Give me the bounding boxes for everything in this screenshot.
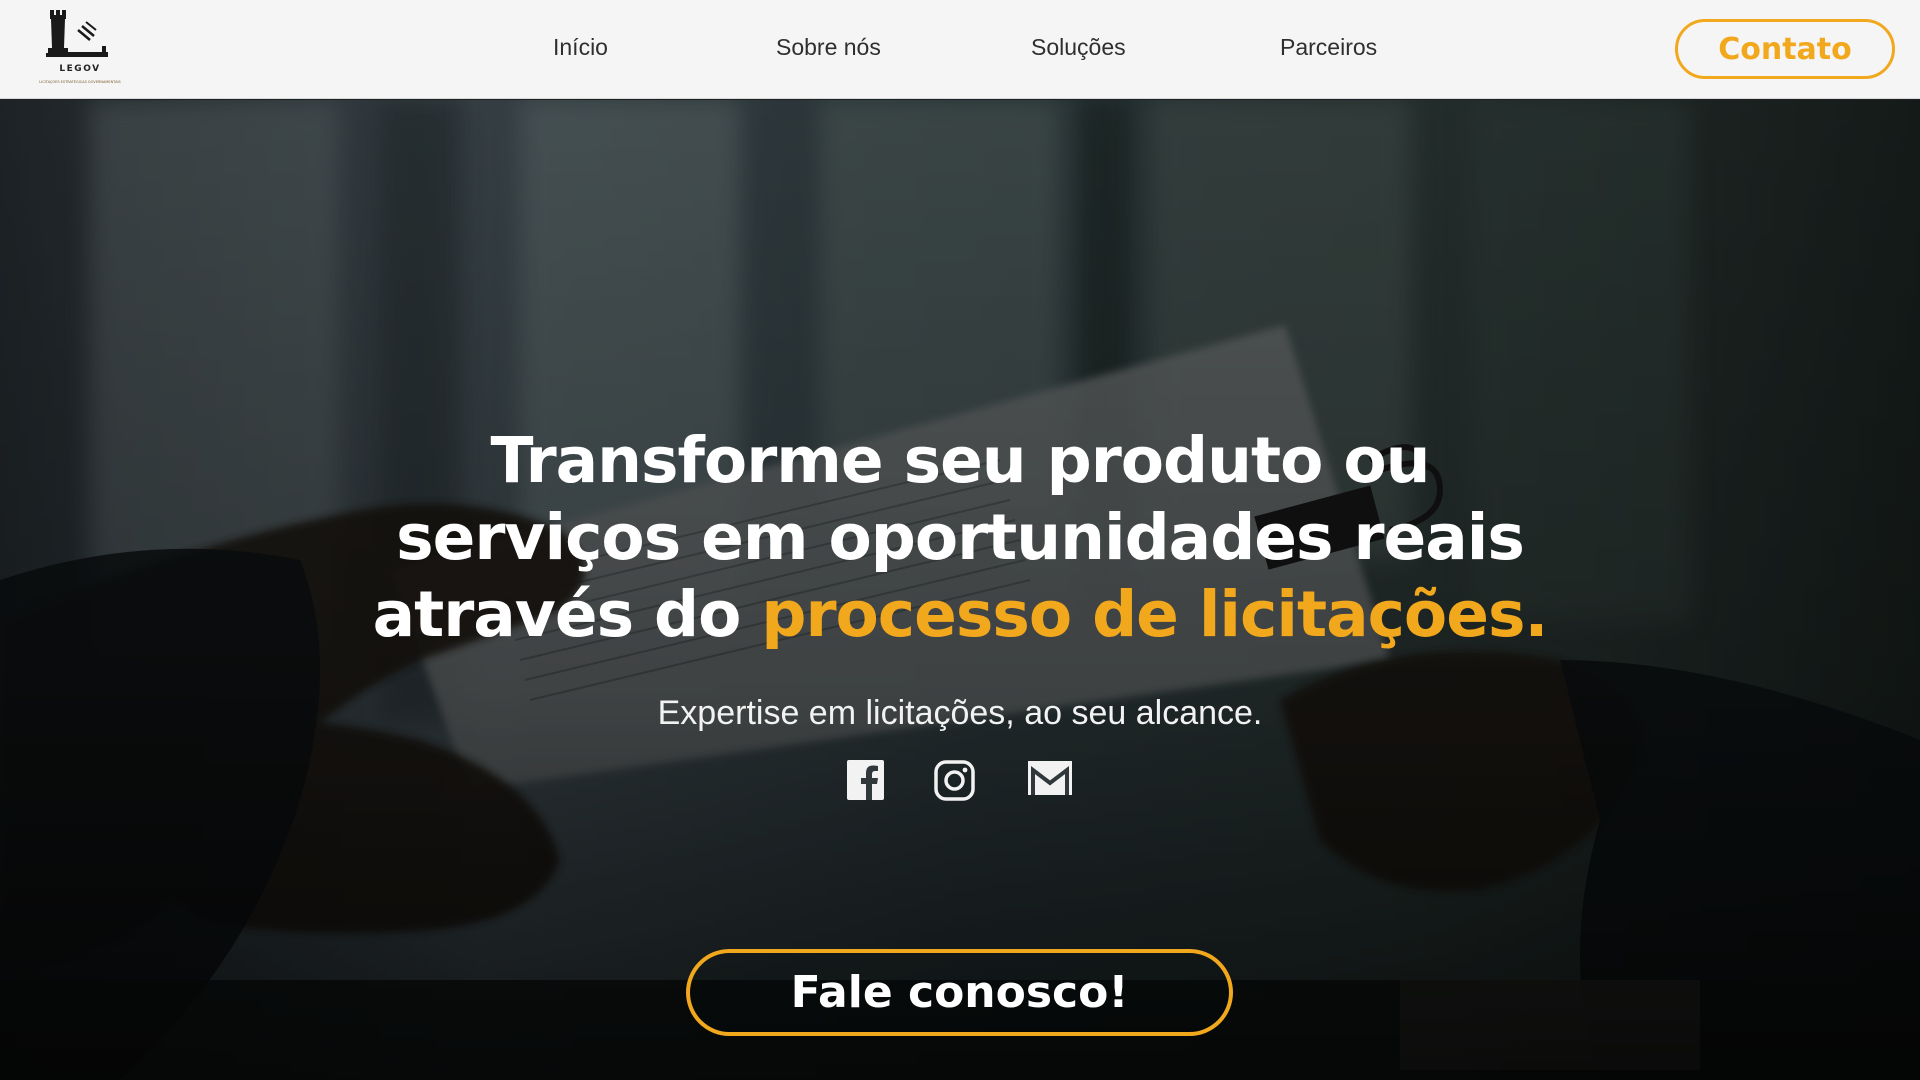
nav-link-sobre-nos[interactable]: Sobre nós bbox=[776, 34, 881, 61]
hero-content: Transforme seu produto ou serviços em op… bbox=[0, 100, 1920, 1080]
logo-tagline: LICITAÇÕES ESTRATÉGICAS GOVERNAMENTAIS bbox=[39, 80, 121, 84]
hero-subtitle: Expertise em licitações, ao seu alcance. bbox=[657, 694, 1263, 732]
nav-link-solucoes[interactable]: Soluções bbox=[1031, 34, 1126, 61]
headline-line-1: Transforme seu produto ou bbox=[490, 424, 1431, 497]
nav-link-parceiros[interactable]: Parceiros bbox=[1280, 34, 1377, 61]
social-links bbox=[847, 760, 1077, 805]
legov-logo[interactable]: LEGOV LICITAÇÕES ESTRATÉGICAS GOVERNAMEN… bbox=[30, 8, 130, 90]
headline-highlight: processo de licitações. bbox=[761, 578, 1548, 651]
facebook-icon[interactable] bbox=[847, 760, 884, 805]
logo-wordmark: LEGOV bbox=[59, 64, 101, 74]
instagram-icon[interactable] bbox=[934, 760, 975, 806]
fale-conosco-button[interactable]: Fale conosco! bbox=[686, 949, 1233, 1036]
castle-icon bbox=[46, 10, 108, 57]
contact-button[interactable]: Contato bbox=[1675, 19, 1895, 79]
headline-line-2: serviços em oportunidades reais bbox=[396, 501, 1525, 574]
nav-link-inicio[interactable]: Início bbox=[553, 34, 608, 61]
gmail-icon[interactable] bbox=[1027, 760, 1073, 801]
hero-section: Transforme seu produto ou serviços em op… bbox=[0, 100, 1920, 1080]
headline-line-3-prefix: através do bbox=[372, 578, 762, 651]
headline-line-3: através do processo de licitações. bbox=[360, 576, 1560, 653]
hero-headline: Transforme seu produto ou serviços em op… bbox=[360, 422, 1560, 653]
site-header: LEGOV LICITAÇÕES ESTRATÉGICAS GOVERNAMEN… bbox=[0, 0, 1920, 99]
